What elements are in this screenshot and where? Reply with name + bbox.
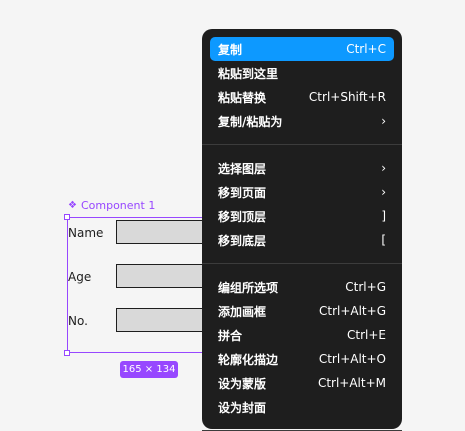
component-icon: ❖ (68, 199, 77, 211)
no-label: No. (68, 314, 88, 328)
menu-item-set-as-thumbnail[interactable]: 设为封面 (210, 395, 394, 419)
menu-divider (202, 144, 402, 145)
component-name: Component 1 (80, 199, 156, 212)
menu-item-paste-replace[interactable]: 粘贴替换 Ctrl+Shift+R (210, 85, 394, 109)
name-label: Name (68, 226, 104, 240)
component-label[interactable]: ❖ Component 1 (68, 199, 155, 212)
menu-item-outline-stroke[interactable]: 轮廓化描边 Ctrl+Alt+O (210, 347, 394, 371)
age-label: Age (68, 270, 92, 284)
menu-divider (202, 263, 402, 264)
chevron-right-icon: › (381, 161, 386, 175)
chevron-right-icon: › (381, 185, 386, 199)
menu-item-frame-selection[interactable]: 添加画框 Ctrl+Alt+G (210, 299, 394, 323)
menu-item-paste-here[interactable]: 粘贴到这里 (210, 61, 394, 85)
menu-item-group-selection[interactable]: 编组所选项 Ctrl+G (210, 275, 394, 299)
menu-item-move-to-page[interactable]: 移到页面 › (210, 180, 394, 204)
menu-item-flatten[interactable]: 拼合 Ctrl+E (210, 323, 394, 347)
menu-item-copy[interactable]: 复制 Ctrl+C (210, 37, 394, 61)
resize-handle-top-left[interactable] (64, 214, 70, 220)
size-badge: 165 × 134 (120, 361, 178, 378)
resize-handle-bottom-left[interactable] (64, 350, 70, 356)
menu-item-bring-to-front[interactable]: 移到顶层 ] (210, 204, 394, 228)
menu-item-select-layer[interactable]: 选择图层 › (210, 156, 394, 180)
menu-item-send-to-back[interactable]: 移到底层 [ (210, 228, 394, 252)
context-menu: 复制 Ctrl+C 粘贴到这里 粘贴替换 Ctrl+Shift+R 复制/粘贴为… (202, 29, 402, 431)
chevron-right-icon: › (381, 114, 386, 128)
menu-item-copy-paste-as[interactable]: 复制/粘贴为 › (210, 109, 394, 133)
menu-item-use-as-mask[interactable]: 设为蒙版 Ctrl+Alt+M (210, 371, 394, 395)
